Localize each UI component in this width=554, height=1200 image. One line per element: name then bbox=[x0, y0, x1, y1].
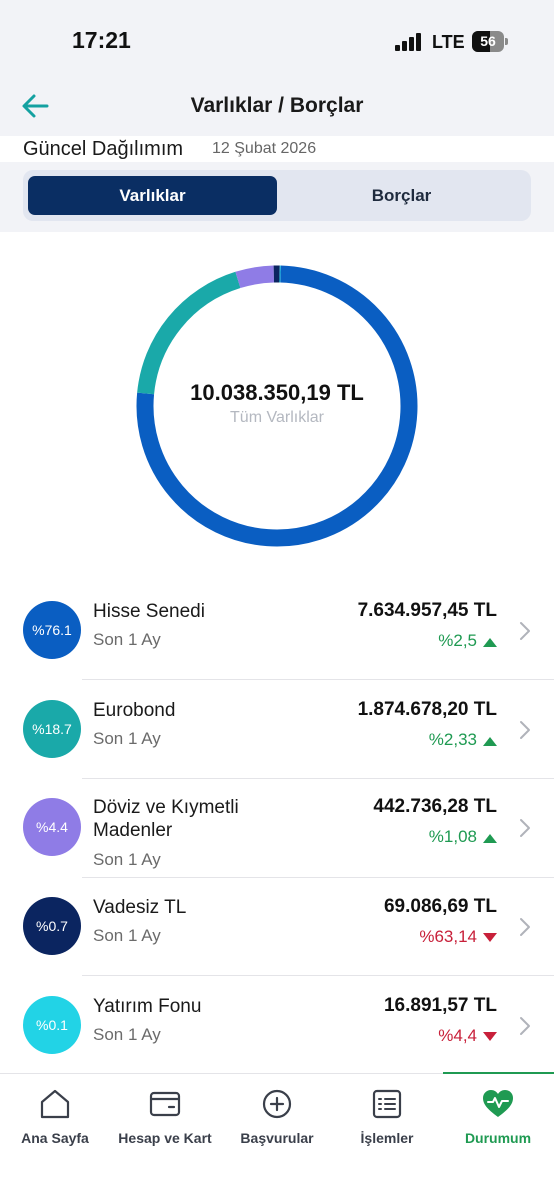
asset-period: Son 1 Ay bbox=[93, 850, 161, 869]
arrow-up-icon bbox=[483, 736, 497, 746]
arrow-down-icon bbox=[483, 932, 497, 942]
asset-period: Son 1 Ay bbox=[93, 630, 161, 649]
asset-amount: 69.086,69 TL bbox=[383, 896, 497, 917]
home-icon bbox=[40, 1089, 70, 1119]
page-title: Varlıklar / Borçlar bbox=[190, 94, 364, 117]
asset-name: Hisse Senedi bbox=[93, 601, 205, 622]
chevron-right-icon bbox=[520, 1017, 530, 1035]
tab-basvurular[interactable]: Başvurular bbox=[222, 1088, 332, 1146]
asset-amount: 442.736,28 TL bbox=[373, 796, 497, 817]
asset-name: Yatırım Fonu bbox=[93, 996, 202, 1017]
asset-period: Son 1 Ay bbox=[93, 729, 161, 748]
tab-label: Ana Sayfa bbox=[21, 1130, 89, 1146]
chevron-right-icon bbox=[520, 819, 530, 837]
tab-hesap-ve-kart[interactable]: Hesap ve Kart bbox=[110, 1088, 220, 1146]
distribution-date: 12 Şubat 2026 bbox=[212, 140, 317, 157]
asset-change-value: %1,08 bbox=[428, 827, 477, 846]
segmented-control: Varlıklar Borçlar bbox=[23, 170, 531, 221]
heart-pulse-icon bbox=[483, 1090, 513, 1117]
asset-name: Eurobond bbox=[93, 700, 176, 721]
donut-slice-2 bbox=[235, 265, 275, 289]
asset-percent-badge: %0.1 bbox=[23, 996, 81, 1054]
asset-name: Vadesiz TL bbox=[93, 897, 187, 918]
asset-change-value: %63,14 bbox=[419, 927, 477, 946]
network-label: LTE bbox=[432, 32, 465, 52]
asset-percent-badge: %18.7 bbox=[23, 700, 81, 758]
arrow-up-icon bbox=[483, 637, 497, 647]
plus-circle-icon bbox=[262, 1089, 292, 1119]
divider bbox=[82, 975, 554, 976]
distribution-row: Güncel Dağılımım 12 Şubat 2026 bbox=[0, 136, 554, 162]
asset-row-doviz-madenler[interactable]: %4.4 Döviz ve Kıymetli Madenler Son 1 Ay… bbox=[0, 780, 554, 878]
battery-icon: 56 bbox=[472, 31, 508, 52]
asset-change-value: %2,33 bbox=[428, 730, 477, 749]
tab-liabilities[interactable]: Borçlar bbox=[277, 176, 526, 215]
donut-center: 10.038.350,19 TL Tüm Varlıklar bbox=[127, 380, 427, 427]
status-bar: 17:21 LTE 56 bbox=[0, 0, 554, 80]
asset-percent-badge: %76.1 bbox=[23, 601, 81, 659]
chevron-right-icon bbox=[520, 721, 530, 739]
battery-percent: 56 bbox=[480, 33, 496, 49]
asset-percent-badge: %0.7 bbox=[23, 897, 81, 955]
asset-change: %63,14 bbox=[419, 927, 497, 947]
tab-islemler[interactable]: İşlemler bbox=[332, 1088, 442, 1146]
bottom-tab-bar: Ana Sayfa Hesap ve Kart Başvurular İşlem… bbox=[0, 1072, 554, 1200]
active-tab-indicator bbox=[443, 1072, 554, 1074]
signal-icon bbox=[395, 33, 425, 51]
divider bbox=[82, 679, 554, 680]
asset-change: %2,5 bbox=[438, 631, 497, 651]
arrow-down-icon bbox=[483, 1031, 497, 1041]
tab-ana-sayfa[interactable]: Ana Sayfa bbox=[0, 1088, 110, 1146]
tab-label: İşlemler bbox=[360, 1130, 414, 1146]
status-time: 17:21 bbox=[72, 27, 131, 53]
asset-row-vadesiz-tl[interactable]: %0.7 Vadesiz TL Son 1 Ay 69.086,69 TL %6… bbox=[0, 878, 554, 976]
tab-assets[interactable]: Varlıklar bbox=[28, 176, 277, 215]
total-assets-label: Tüm Varlıklar bbox=[230, 409, 324, 426]
asset-period: Son 1 Ay bbox=[93, 1025, 161, 1044]
asset-row-yatirim-fonu[interactable]: %0.1 Yatırım Fonu Son 1 Ay 16.891,57 TL … bbox=[0, 977, 554, 1075]
asset-change: %2,33 bbox=[429, 730, 497, 750]
nav-header: Varlıklar / Borçlar bbox=[0, 80, 554, 136]
asset-row-hisse-senedi[interactable]: %76.1 Hisse Senedi Son 1 Ay 7.634.957,45… bbox=[0, 582, 554, 680]
divider bbox=[82, 778, 554, 779]
chevron-right-icon bbox=[520, 918, 530, 936]
donut-slice-1 bbox=[137, 271, 241, 395]
asset-percent-badge: %4.4 bbox=[23, 798, 81, 856]
list-icon bbox=[372, 1089, 402, 1119]
asset-amount: 7.634.957,45 TL bbox=[357, 600, 497, 621]
asset-name: Döviz ve Kıymetli Madenler bbox=[93, 797, 239, 841]
asset-change: %4,4 bbox=[438, 1026, 497, 1046]
chevron-right-icon bbox=[520, 622, 530, 640]
asset-change-value: %2,5 bbox=[438, 631, 477, 650]
asset-amount: 1.874.678,20 TL bbox=[357, 699, 497, 720]
tab-label: Hesap ve Kart bbox=[118, 1130, 212, 1146]
asset-amount: 16.891,57 TL bbox=[383, 995, 497, 1016]
tab-durumum[interactable]: Durumum bbox=[443, 1088, 553, 1146]
tab-label: Durumum bbox=[464, 1130, 532, 1146]
asset-row-eurobond[interactable]: %18.7 Eurobond Son 1 Ay 1.874.678,20 TL … bbox=[0, 681, 554, 779]
distribution-label: Güncel Dağılımım bbox=[23, 138, 184, 160]
arrow-up-icon bbox=[483, 833, 497, 843]
asset-change-value: %4,4 bbox=[438, 1026, 477, 1045]
asset-change: %1,08 bbox=[429, 827, 497, 847]
tab-label: Başvurular bbox=[240, 1130, 314, 1146]
wallet-icon bbox=[149, 1091, 181, 1117]
asset-period: Son 1 Ay bbox=[93, 926, 161, 945]
total-assets-value: 10.038.350,19 TL bbox=[190, 380, 364, 405]
